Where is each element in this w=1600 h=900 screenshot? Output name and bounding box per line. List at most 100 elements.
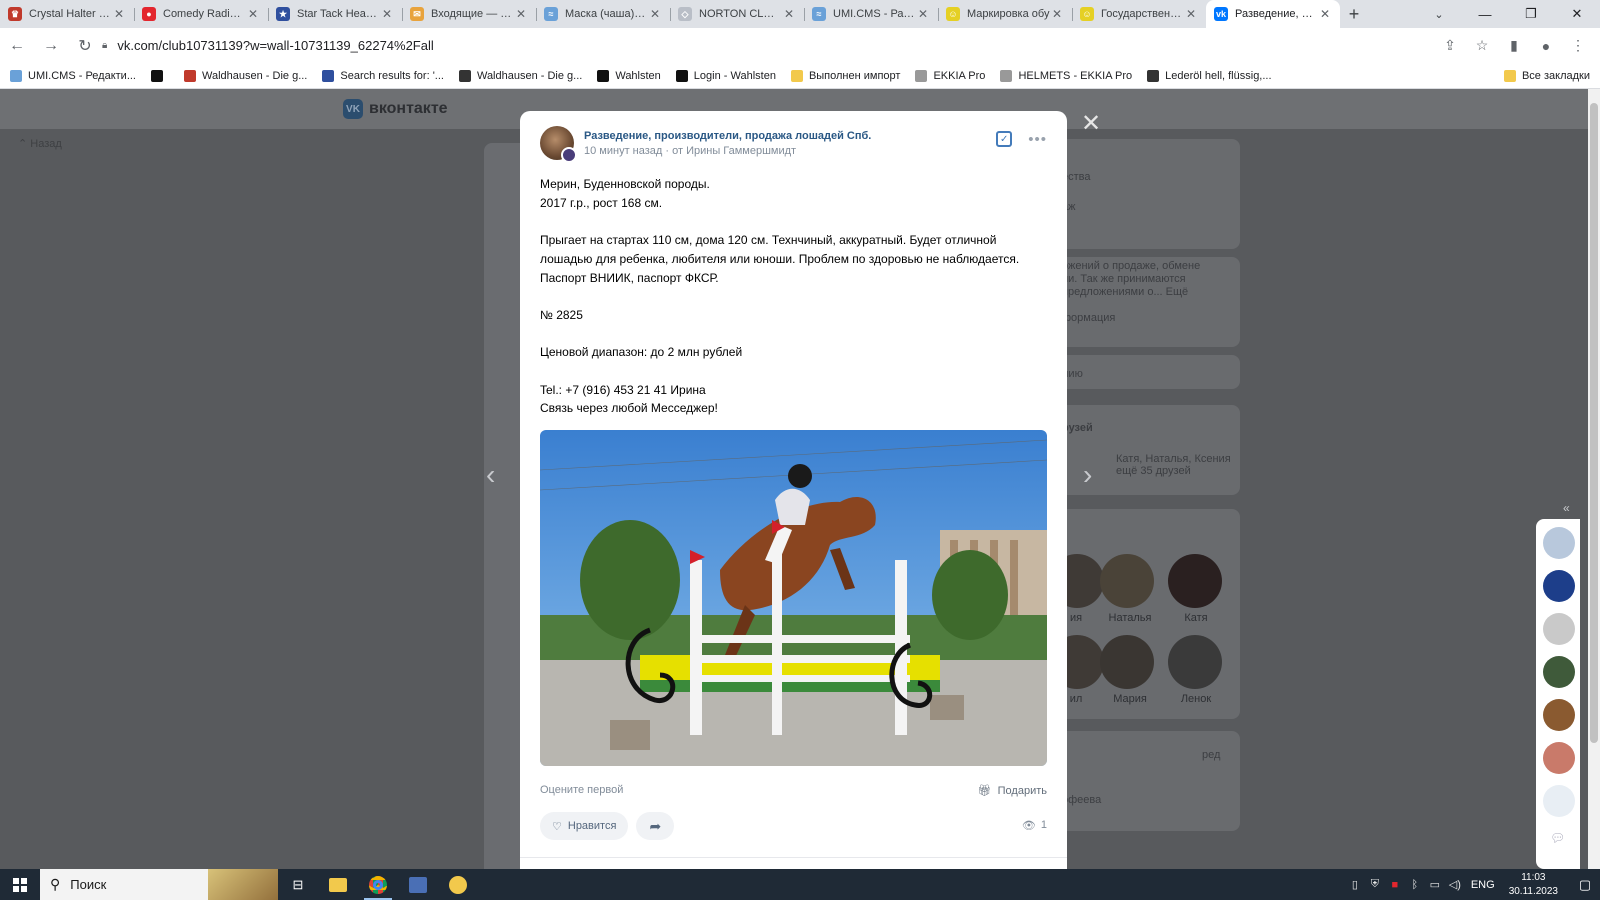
rate-first-link[interactable]: Оцените первой [540, 784, 623, 796]
more-icon[interactable]: ••• [1028, 131, 1047, 148]
usb-icon[interactable]: ▯ [1345, 878, 1365, 891]
dimmed-text: формация [1062, 312, 1116, 324]
sidebar-icon[interactable]: ▮ [1502, 37, 1526, 54]
window-close-icon[interactable]: ✕ [1554, 0, 1600, 28]
bookmark-item[interactable]: Login - Wahlsten [675, 69, 776, 82]
group-name-link[interactable]: Разведение, производители, продажа лошад… [584, 130, 1047, 142]
app-tray-icon[interactable]: ■ [1385, 879, 1405, 891]
browser-tab[interactable]: ☺ Государственная ✕ [1072, 0, 1206, 28]
chat-avatar[interactable] [1543, 785, 1575, 817]
forward-icon[interactable]: → [34, 31, 68, 61]
vk-logo[interactable]: VK вконтакте [343, 99, 448, 119]
author-avatar [561, 147, 577, 163]
post-meta: Разведение, производители, продажа лошад… [584, 130, 1047, 157]
share-post-button[interactable]: ➦ [636, 812, 675, 841]
bookmark-item[interactable]: UMI.CMS - Редакти... [10, 69, 136, 82]
browser-tab[interactable]: ◇ NORTON CLUB "R✕ [670, 0, 804, 28]
browser-tab[interactable]: ≈ Маска (чаша) для ✕ [536, 0, 670, 28]
bookmark-item[interactable]: EKKIA Pro [915, 69, 985, 82]
tab-close-icon[interactable]: ✕ [1318, 7, 1332, 21]
gift-button[interactable]: 🎁︎ Подарить [978, 784, 1047, 798]
profile-icon[interactable]: ● [1534, 38, 1558, 54]
back-link[interactable]: ⌃ Назад [18, 137, 62, 150]
shield-icon[interactable]: ⛨ [1365, 878, 1385, 891]
language-indicator[interactable]: ENG [1471, 879, 1495, 891]
post-text-line [540, 325, 1047, 344]
collapse-panel-icon[interactable]: « [1563, 501, 1570, 515]
address-bar[interactable]: 🔒︎ vk.com/club10731139?w=wall-10731139_6… [92, 32, 1492, 59]
chat-avatar[interactable] [1543, 699, 1575, 731]
tab-search-icon[interactable]: ⌄ [1416, 0, 1462, 28]
browser-tab[interactable]: vk Разведение, про ✕ [1206, 0, 1340, 28]
post-text-line: Ценовой диапазон: до 2 млн рублей [540, 345, 743, 360]
bookmark-label: Waldhausen - Die g... [476, 69, 583, 82]
star-icon[interactable]: ☆ [1470, 37, 1494, 54]
tab-close-icon[interactable]: ✕ [514, 7, 528, 21]
maximize-icon[interactable]: ❐ [1508, 0, 1554, 28]
bookmark-label: UMI.CMS - Редакти... [28, 69, 136, 82]
chat-avatar[interactable] [1543, 656, 1575, 688]
tab-favicon-icon: ☺ [946, 7, 960, 21]
tab-close-icon[interactable]: ✕ [648, 7, 662, 21]
menu-icon[interactable]: ⋮ [1566, 37, 1590, 54]
bookmark-item[interactable]: Выполнен импорт [790, 69, 900, 82]
like-button[interactable]: ♡ Нравится [540, 812, 629, 841]
lock-icon[interactable]: 🔒︎ [102, 40, 107, 51]
chat-avatar[interactable] [1543, 613, 1575, 645]
bookmark-item[interactable]: Wahlsten [597, 69, 661, 82]
post-time[interactable]: 10 минут назад [584, 145, 662, 157]
tab-close-icon[interactable]: ✕ [782, 7, 796, 21]
chat-icon[interactable]: 💬︎ [1550, 831, 1565, 845]
chat-avatar[interactable] [1543, 742, 1575, 774]
bookmark-item[interactable]: Search results for: '... [322, 69, 444, 82]
task-view-icon[interactable]: ⊟ [278, 869, 318, 900]
bookmark-item[interactable]: Lederöl hell, flüssig,... [1147, 69, 1272, 82]
checkbox-icon[interactable]: ✓ [996, 131, 1013, 147]
network-icon[interactable]: ▭ [1425, 878, 1445, 891]
windows-icon[interactable] [0, 869, 40, 900]
bluetooth-icon[interactable]: ᛒ [1405, 879, 1425, 891]
app-icon[interactable] [438, 869, 478, 900]
all-bookmarks[interactable]: Все закладки [1503, 63, 1590, 89]
next-post-arrow-icon[interactable]: › [1083, 459, 1092, 491]
app-icon[interactable] [398, 869, 438, 900]
minimize-icon[interactable]: — [1462, 0, 1508, 28]
chrome-icon[interactable] [358, 869, 398, 900]
back-icon[interactable]: ← [0, 31, 34, 61]
scroll-thumb[interactable] [1590, 103, 1598, 743]
post-author[interactable]: от Ирины Гаммершмидт [672, 145, 796, 157]
clock[interactable]: 11:03 30.11.2023 [1509, 871, 1558, 899]
scrollbar[interactable] [1588, 89, 1600, 869]
close-icon[interactable]: ✕ [1081, 109, 1101, 138]
chat-avatar[interactable] [1543, 527, 1575, 559]
post-header-actions: ✓ ••• [996, 131, 1047, 148]
notifications-icon[interactable]: ▢ [1570, 877, 1600, 893]
browser-tab[interactable]: ✉ Входящие — Янд ✕ [402, 0, 536, 28]
bookmark-item[interactable]: Waldhausen - Die g... [458, 69, 583, 82]
share-icon[interactable]: ⇪ [1438, 37, 1462, 54]
browser-tab[interactable]: ♛ Crystal Halter | Ful ✕ [0, 0, 134, 28]
tab-title: Comedy Radio — [163, 8, 246, 20]
post-photo[interactable] [540, 430, 1047, 767]
bookmark-item[interactable]: Waldhausen - Die g... [184, 69, 307, 82]
browser-tab[interactable]: ● Comedy Radio — ✕ [134, 0, 268, 28]
tab-close-icon[interactable]: ✕ [380, 7, 394, 21]
taskbar-search[interactable]: ⚲ Поиск [40, 869, 278, 900]
tab-close-icon[interactable]: ✕ [112, 7, 126, 21]
post-modal: Разведение, производители, продажа лошад… [520, 111, 1067, 869]
browser-tab[interactable]: ≈ UMI.CMS - Разде ✕ [804, 0, 938, 28]
tab-close-icon[interactable]: ✕ [1050, 7, 1064, 21]
tab-close-icon[interactable]: ✕ [1184, 7, 1198, 21]
tab-close-icon[interactable]: ✕ [246, 7, 260, 21]
bookmark-item[interactable]: HELMETS - EKKIA Pro [1000, 69, 1132, 82]
group-avatar[interactable] [540, 126, 577, 163]
browser-tab[interactable]: ☺ Маркировка обу ✕ [938, 0, 1072, 28]
file-explorer-icon[interactable] [318, 869, 358, 900]
new-tab-icon[interactable]: + [1340, 0, 1368, 28]
chat-avatar[interactable] [1543, 570, 1575, 602]
bookmark-item[interactable] [151, 69, 169, 82]
tab-close-icon[interactable]: ✕ [916, 7, 930, 21]
browser-tab[interactable]: ★ Star Tack Head po ✕ [268, 0, 402, 28]
volume-icon[interactable]: ◁) [1445, 878, 1465, 891]
prev-post-arrow-icon[interactable]: ‹ [486, 459, 495, 491]
